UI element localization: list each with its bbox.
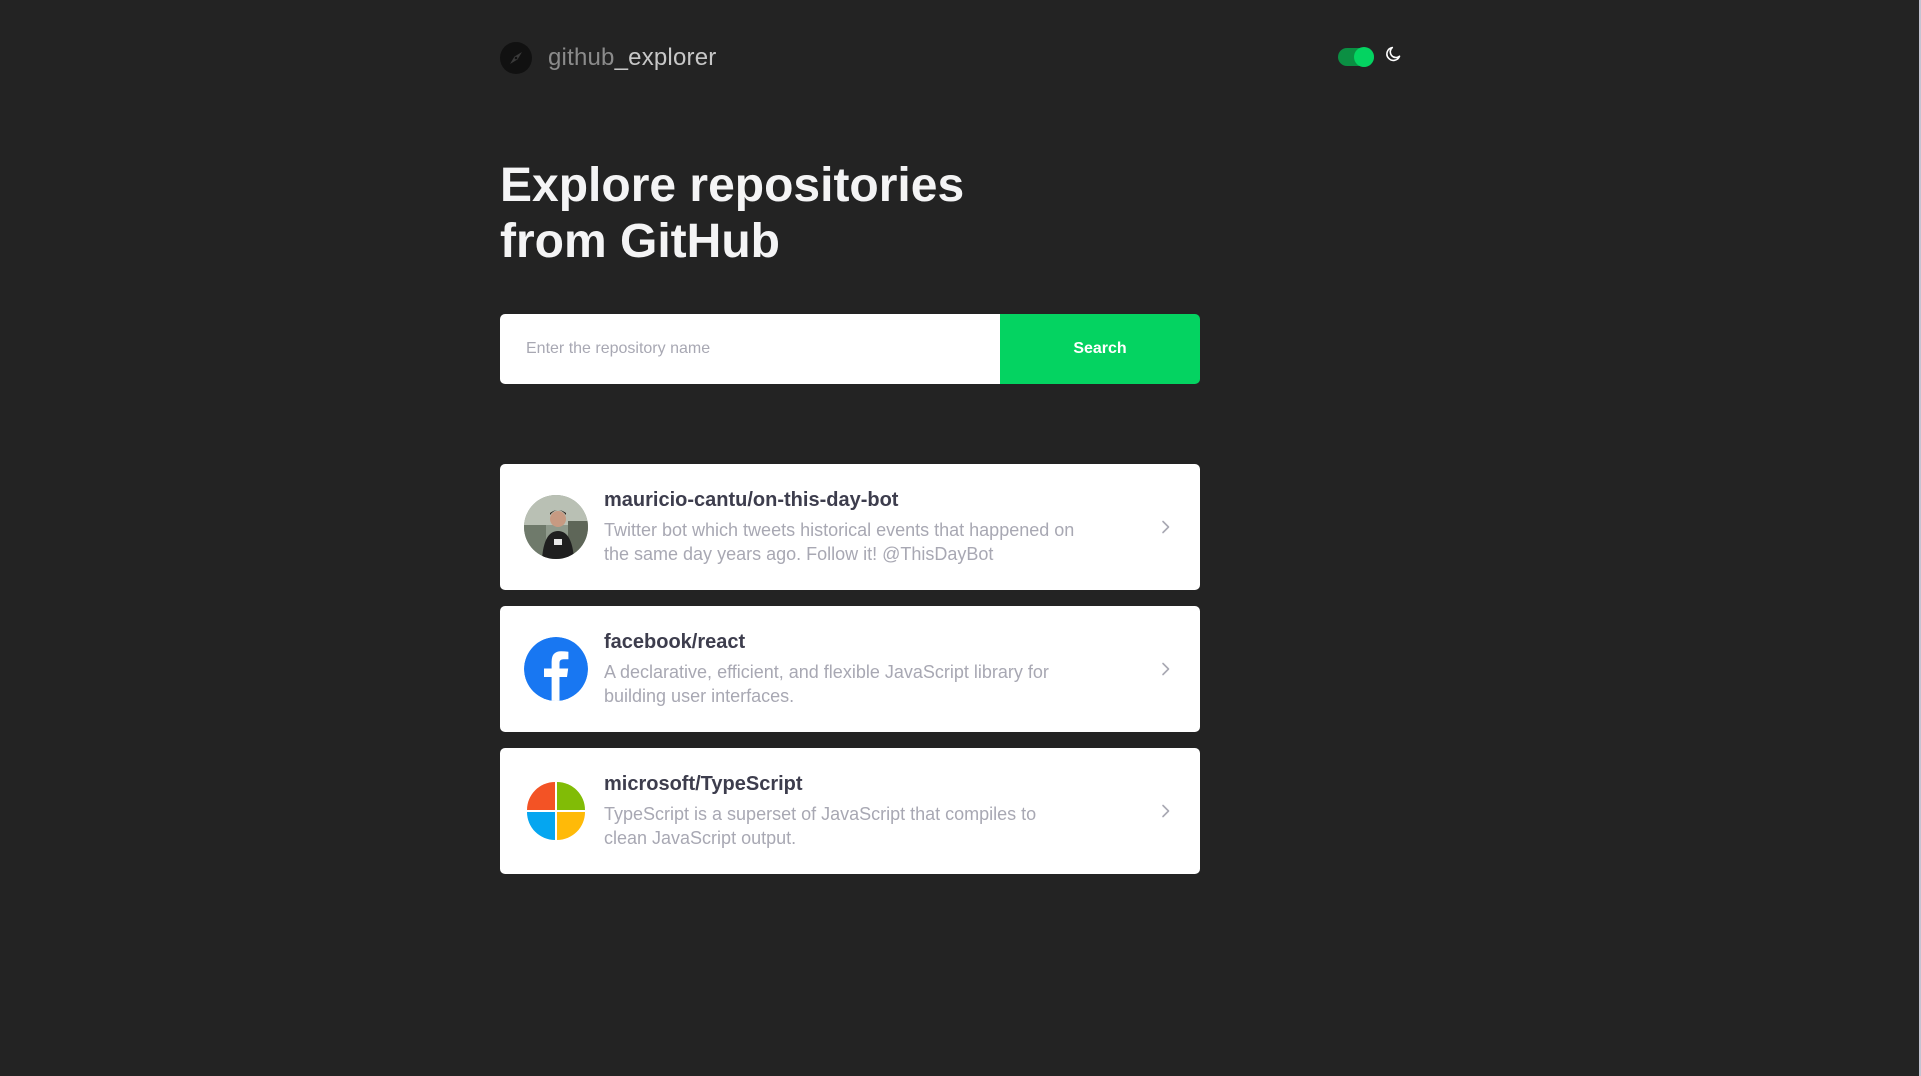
repository-search-input[interactable] xyxy=(500,314,1000,384)
page-title-line2: from GitHub xyxy=(500,215,780,268)
top-bar: github_explorer xyxy=(500,0,1404,118)
page-title: Explore repositories from GitHub xyxy=(500,158,1060,270)
toggle-knob xyxy=(1354,46,1374,67)
microsoft-logo-avatar xyxy=(524,779,588,843)
app-name-prefix: github xyxy=(548,44,615,71)
repository-description: A declarative, efficient, and flexible J… xyxy=(604,661,1049,706)
facebook-logo-avatar xyxy=(524,637,588,701)
chevron-right-icon xyxy=(1156,517,1176,537)
repository-name: mauricio-cantu/on-this-day-bot xyxy=(604,488,899,511)
search-form: Search xyxy=(500,314,1200,384)
repository-description: Twitter bot which tweets historical even… xyxy=(604,519,1075,564)
repository-list: mauricio-cantu/on-this-day-bot Twitter b… xyxy=(500,464,1200,874)
repository-name: facebook/react xyxy=(604,630,746,653)
repository-name: microsoft/TypeScript xyxy=(604,772,803,795)
theme-controls xyxy=(1338,44,1404,69)
chevron-right-icon xyxy=(1156,659,1176,679)
compass-icon xyxy=(500,42,532,74)
repository-info: facebook/react A declarative, efficient,… xyxy=(604,631,1156,708)
repository-card[interactable]: mauricio-cantu/on-this-day-bot Twitter b… xyxy=(500,464,1200,590)
repository-info: microsoft/TypeScript TypeScript is a sup… xyxy=(604,773,1156,850)
user-photo-avatar xyxy=(524,495,588,559)
dark-mode-toggle[interactable] xyxy=(1338,46,1374,67)
app-name-suffix: _explorer xyxy=(614,44,717,71)
moon-icon xyxy=(1384,44,1404,69)
app-name: github_explorer xyxy=(548,44,716,72)
app-logo[interactable]: github_explorer xyxy=(500,42,716,74)
repository-info: mauricio-cantu/on-this-day-bot Twitter b… xyxy=(604,489,1156,566)
repository-description: TypeScript is a superset of JavaScript t… xyxy=(604,803,1037,848)
search-button[interactable]: Search xyxy=(1000,314,1200,384)
repository-card[interactable]: microsoft/TypeScript TypeScript is a sup… xyxy=(500,748,1200,874)
repository-card[interactable]: facebook/react A declarative, efficient,… xyxy=(500,606,1200,732)
page-title-line1: Explore repositories xyxy=(500,159,965,212)
chevron-right-icon xyxy=(1156,801,1176,821)
page-container: github_explorer Explore repositories fro… xyxy=(500,0,1404,890)
